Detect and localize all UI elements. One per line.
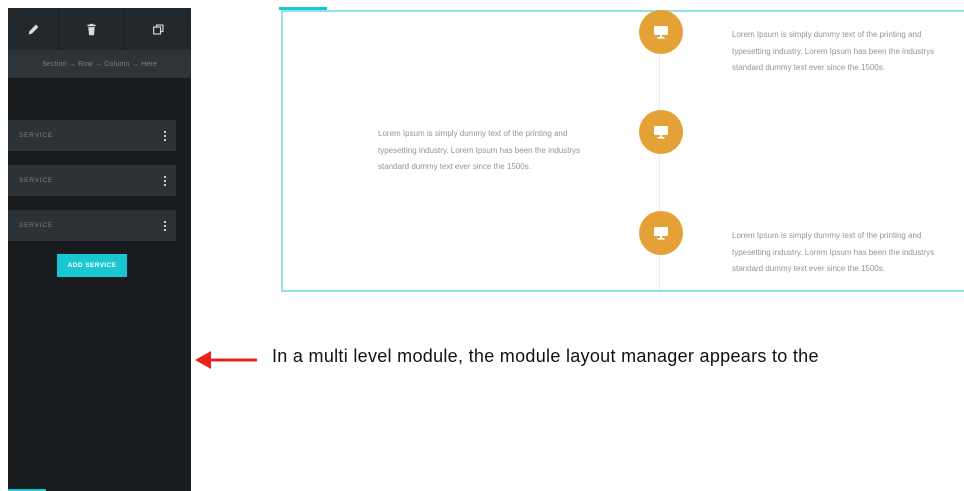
timeline-text: Lorem Ipsum is simply dummy text of the … <box>378 129 581 171</box>
timeline-text: Lorem Ipsum is simply dummy text of the … <box>732 30 935 72</box>
timeline-node <box>639 110 683 154</box>
monitor-icon <box>654 25 668 39</box>
service-item-label: SERVICE <box>19 132 54 139</box>
service-item-label: SERVICE <box>19 177 54 184</box>
timeline-node <box>639 211 683 255</box>
trash-icon <box>87 23 96 35</box>
breadcrumb: Section → Row → Column → Here <box>8 50 191 78</box>
monitor-icon <box>654 226 668 240</box>
delete-button[interactable] <box>59 8 125 50</box>
timeline-text: Lorem Ipsum is simply dummy text of the … <box>732 231 935 273</box>
red-arrow-icon <box>195 351 257 369</box>
service-item[interactable]: SERVICE <box>8 165 176 196</box>
copy-icon <box>152 23 164 35</box>
edit-button[interactable] <box>8 8 59 50</box>
pencil-icon <box>28 24 38 34</box>
module-layout-manager: Section → Row → Column → Here SERVICE SE… <box>8 8 191 491</box>
service-item[interactable]: SERVICE <box>8 120 176 151</box>
service-item[interactable]: SERVICE <box>8 210 176 241</box>
monitor-icon <box>654 125 668 139</box>
add-service-button[interactable]: ADD SERVICE <box>57 254 127 277</box>
duplicate-button[interactable] <box>125 8 191 50</box>
panel-toolbar <box>8 8 191 50</box>
service-item-label: SERVICE <box>19 222 54 229</box>
kebab-menu-icon[interactable] <box>164 220 166 231</box>
kebab-menu-icon[interactable] <box>164 175 166 186</box>
kebab-menu-icon[interactable] <box>164 130 166 141</box>
timeline-node <box>639 10 683 54</box>
annotation-caption: In a multi level module, the module layo… <box>272 346 819 366</box>
